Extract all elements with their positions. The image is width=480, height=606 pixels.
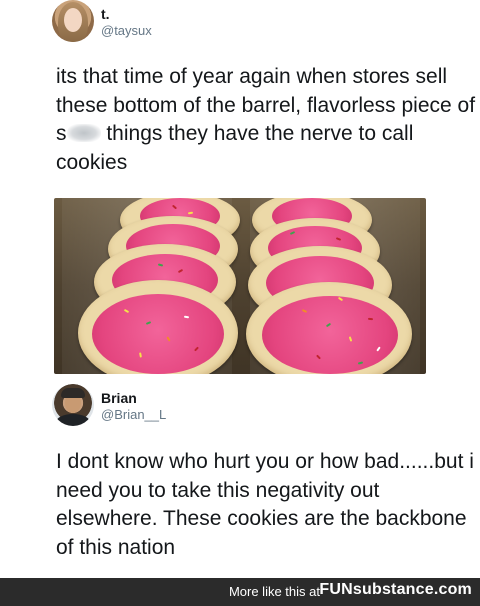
- frosting: [92, 294, 224, 374]
- avatar-shirt: [56, 414, 90, 426]
- more-like-this-label: More like this at: [228, 584, 320, 599]
- avatar[interactable]: [52, 384, 94, 426]
- avatar[interactable]: [52, 0, 94, 42]
- cookies-photo[interactable]: [54, 198, 426, 374]
- tweet-text: its that time of year again when stores …: [56, 63, 476, 177]
- censor-blur: [66, 124, 101, 142]
- sprinkle: [367, 317, 374, 321]
- avatar-hair: [61, 388, 85, 398]
- frosting: [262, 296, 398, 374]
- avatar-face: [64, 8, 82, 32]
- watermark-bar: More like this at FUNsubstance.com: [0, 578, 480, 606]
- user-handle[interactable]: @taysux: [101, 23, 152, 38]
- user-name[interactable]: t.: [101, 6, 110, 22]
- reply-text: I dont know who hurt you or how bad.....…: [56, 450, 474, 559]
- user-name[interactable]: Brian: [101, 390, 137, 406]
- tweet-text-part2: things they have the nerve to call cooki…: [56, 122, 414, 174]
- user-handle[interactable]: @Brian__L: [101, 407, 166, 422]
- more-like-this-text: More like this at: [229, 584, 320, 599]
- site-logo[interactable]: FUNsubstance.com: [319, 581, 472, 599]
